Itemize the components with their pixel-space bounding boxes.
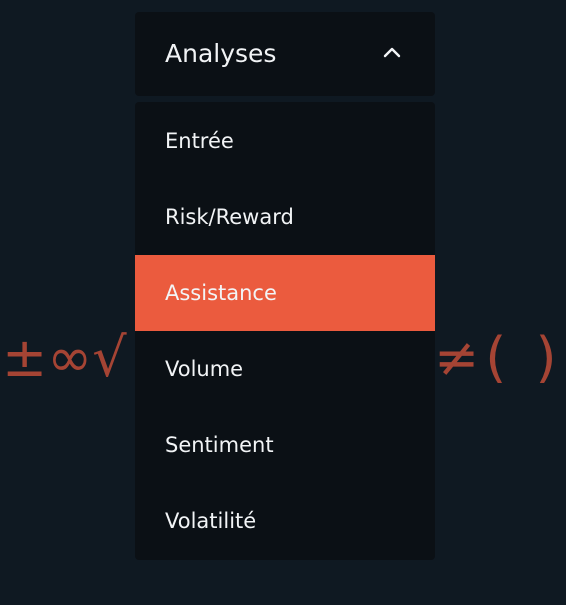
dropdown-title: Analyses — [165, 39, 277, 68]
menu-item-sentiment[interactable]: Sentiment — [135, 407, 435, 483]
dropdown-toggle[interactable]: Analyses — [135, 12, 435, 96]
chevron-up-icon[interactable] — [381, 44, 403, 60]
menu-item-assistance[interactable]: Assistance — [135, 255, 435, 331]
menu-item-label: Sentiment — [165, 433, 274, 457]
menu-item-label: Risk/Reward — [165, 205, 294, 229]
menu-item-risk-reward[interactable]: Risk/Reward — [135, 179, 435, 255]
menu-item-volatilite[interactable]: Volatilité — [135, 483, 435, 559]
menu-item-label: Volume — [165, 357, 244, 381]
menu-item-entree[interactable]: Entrée — [135, 103, 435, 179]
menu-item-label: Entrée — [165, 129, 234, 153]
menu-item-label: Assistance — [165, 281, 277, 305]
dropdown-menu: Entrée Risk/Reward Assistance Volume Sen… — [135, 102, 435, 560]
analyses-dropdown: Analyses Entrée Risk/Reward Assistance V… — [135, 12, 435, 560]
menu-item-volume[interactable]: Volume — [135, 331, 435, 407]
page: ±∞√ ≠( ) Analyses Entrée Risk/Reward Ass… — [0, 0, 566, 605]
menu-item-label: Volatilité — [165, 509, 257, 533]
math-symbols-left: ±∞√ — [2, 326, 127, 389]
math-symbols-right: ≠( ) — [434, 326, 563, 389]
